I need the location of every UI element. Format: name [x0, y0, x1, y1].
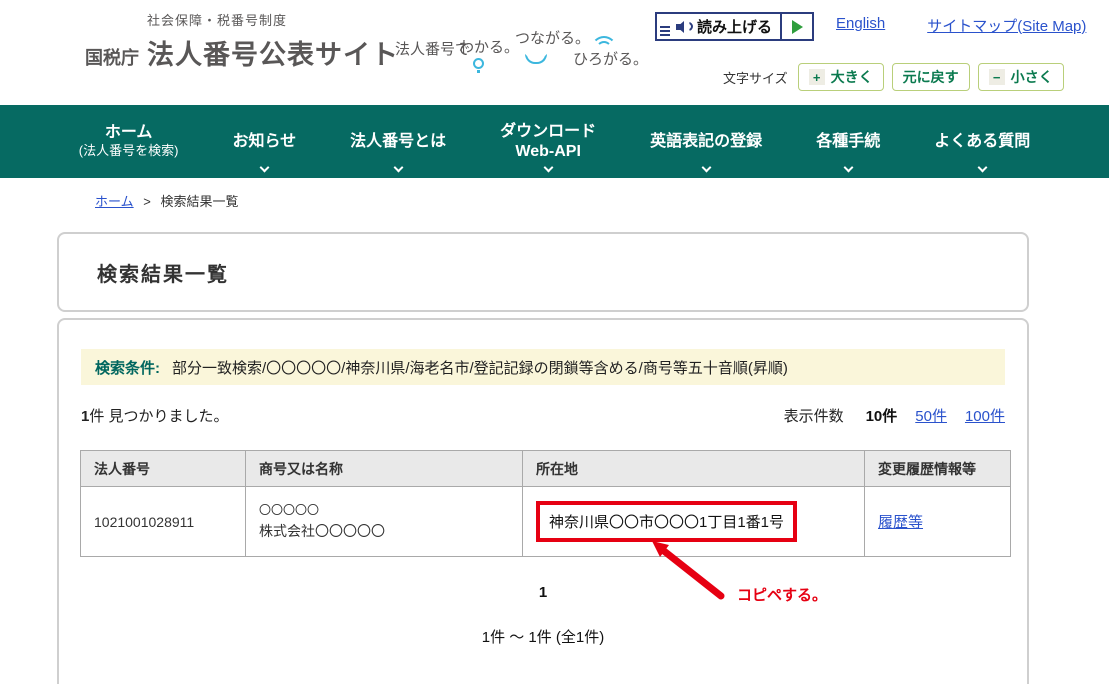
display-count-label: 表示件数	[784, 405, 844, 426]
search-conditions-bar: 検索条件: 部分一致検索/〇〇〇〇〇/神奈川県/海老名市/登記記録の閉鎖等含める…	[81, 349, 1005, 385]
chevron-down-icon	[543, 163, 553, 173]
results-box: 検索条件: 部分一致検索/〇〇〇〇〇/神奈川県/海老名市/登記記録の閉鎖等含める…	[57, 318, 1029, 684]
chevron-down-icon	[977, 163, 987, 173]
tagline-word-tsunagaru: つながる。	[515, 27, 590, 48]
display-count-selector: 表示件数 10件 50件 100件	[784, 405, 1005, 426]
nav-item-procedures[interactable]: 各種手続	[789, 105, 907, 178]
font-size-controls: 文字サイズ + 大きく 元に戻す − 小さく	[723, 63, 1064, 91]
page: 社会保障・税番号制度 国税庁 法人番号公表サイト 法人番号で わかる。 つながる…	[0, 0, 1109, 684]
cell-address: 神奈川県〇〇市〇〇〇1丁目1番1号	[523, 487, 865, 557]
agency-name: 国税庁	[85, 44, 139, 70]
company-name-kana: 〇〇〇〇〇	[259, 501, 522, 520]
font-reset-button[interactable]: 元に戻す	[892, 63, 970, 91]
plus-icon: +	[809, 69, 825, 85]
waves-icon	[596, 41, 612, 57]
title-box: 検索結果一覧	[57, 232, 1029, 312]
chevron-down-icon	[701, 163, 711, 173]
handshake-icon	[525, 54, 547, 64]
cell-company-name: 〇〇〇〇〇 株式会社〇〇〇〇〇	[246, 487, 523, 557]
read-aloud-label: 読み上げる	[697, 16, 772, 37]
table-row: 1021001028911 〇〇〇〇〇 株式会社〇〇〇〇〇 神奈川県〇〇市〇〇〇…	[81, 487, 1011, 557]
annotation-text: コピペする。	[737, 584, 827, 605]
nav-item-english-registration[interactable]: 英語表記の登録	[623, 105, 789, 178]
read-aloud-widget[interactable]: 読み上げる	[655, 12, 814, 41]
tagline-word-wakaru: わかる。	[459, 36, 519, 57]
count-option-100-link[interactable]: 100件	[965, 405, 1005, 426]
cell-history: 履歴等	[865, 487, 1011, 557]
company-name: 株式会社〇〇〇〇〇	[259, 520, 522, 542]
site-title: 法人番号公表サイト	[147, 33, 399, 72]
results-range-text: 1件 ～ 1件 (全1件)	[59, 626, 1027, 647]
count-option-10: 10件	[866, 405, 898, 426]
font-size-label: 文字サイズ	[723, 68, 788, 87]
cell-corporate-number: 1021001028911	[81, 487, 246, 557]
speaker-icon	[676, 20, 692, 34]
nav-item-download-webapi[interactable]: ダウンロード Web-API	[473, 105, 623, 178]
lightbulb-icon	[473, 58, 484, 69]
breadcrumb-home-link[interactable]: ホーム	[95, 194, 134, 209]
search-conditions-label: 検索条件:	[95, 357, 160, 378]
play-icon	[792, 20, 803, 34]
nav-item-faq[interactable]: よくある質問	[907, 105, 1057, 178]
system-label: 社会保障・税番号制度	[85, 10, 399, 29]
english-link[interactable]: English	[836, 15, 885, 36]
sitemap-link[interactable]: サイトマップ(Site Map)	[927, 15, 1086, 36]
minus-icon: −	[989, 69, 1005, 85]
history-link[interactable]: 履歴等	[878, 514, 923, 531]
main-nav: ホーム (法人番号を検索) お知らせ 法人番号とは ダウンロード Web-API…	[0, 105, 1109, 178]
page-title: 検索結果一覧	[97, 258, 229, 287]
chevron-down-icon	[393, 163, 403, 173]
search-conditions-text: 部分一致検索/〇〇〇〇〇/神奈川県/海老名市/登記記録の閉鎖等含める/商号等五十…	[172, 357, 788, 378]
nav-item-news[interactable]: お知らせ	[205, 105, 323, 178]
hamburger-icon[interactable]	[660, 26, 670, 36]
breadcrumb-current: 検索結果一覧	[160, 194, 238, 209]
tagline: 法人番号で わかる。 つながる。 ひろがる。	[395, 22, 650, 82]
chevron-down-icon	[843, 163, 853, 173]
pagination-current-page: 1	[59, 584, 1027, 601]
column-header-corporate-number: 法人番号	[81, 451, 246, 487]
nav-item-home[interactable]: ホーム (法人番号を検索)	[52, 105, 206, 178]
address-highlight-box: 神奈川県〇〇市〇〇〇1丁目1番1号	[536, 501, 797, 542]
count-option-50-link[interactable]: 50件	[915, 405, 947, 426]
font-larger-button[interactable]: + 大きく	[798, 63, 884, 91]
chevron-down-icon	[259, 163, 269, 173]
results-table: 法人番号 商号又は名称 所在地 変更履歴情報等 1021001028911 〇〇…	[80, 450, 1011, 557]
read-aloud-play-button[interactable]	[780, 14, 812, 39]
font-smaller-button[interactable]: − 小さく	[978, 63, 1064, 91]
breadcrumb-separator: >	[143, 194, 151, 209]
column-header-name: 商号又は名称	[246, 451, 523, 487]
site-logo: 社会保障・税番号制度 国税庁 法人番号公表サイト	[85, 10, 399, 72]
column-header-address: 所在地	[523, 451, 865, 487]
nav-item-about-number[interactable]: 法人番号とは	[323, 105, 473, 178]
results-found-text: 1件 見つかりました。	[81, 405, 229, 426]
column-header-history: 変更履歴情報等	[865, 451, 1011, 487]
breadcrumb: ホーム > 検索結果一覧	[95, 191, 238, 210]
